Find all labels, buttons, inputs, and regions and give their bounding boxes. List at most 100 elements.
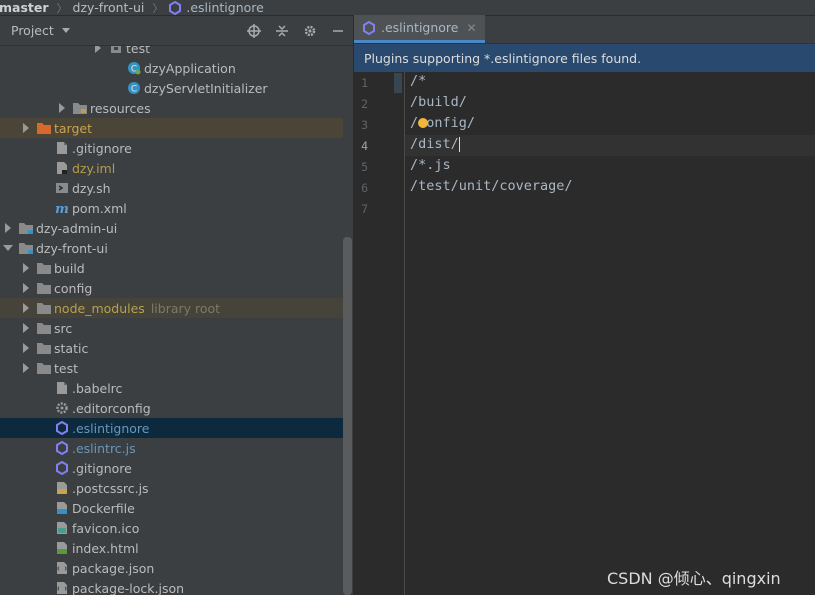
chevron-down-icon[interactable] bbox=[61, 28, 70, 33]
breadcrumb-item-branch[interactable]: master bbox=[0, 0, 49, 15]
project-panel-title[interactable]: Project bbox=[11, 23, 54, 38]
tree-item-label: .babelrc bbox=[72, 380, 123, 396]
chevron-right-icon[interactable] bbox=[20, 278, 32, 298]
breadcrumb-separator: 〉 bbox=[152, 1, 164, 15]
docker-icon bbox=[54, 500, 70, 516]
tree-item[interactable]: CdzyApplication bbox=[0, 58, 343, 78]
tree-item[interactable]: CdzyServletInitializer bbox=[0, 78, 343, 98]
line-number: 7 bbox=[361, 202, 368, 216]
eslint-icon bbox=[54, 440, 70, 456]
tree-item-label: test bbox=[54, 360, 79, 376]
tree-item[interactable]: test bbox=[0, 358, 343, 378]
chevron-right-icon[interactable] bbox=[20, 318, 32, 338]
chevron-right-icon[interactable] bbox=[20, 118, 32, 138]
tree-item[interactable]: node_modules library root bbox=[0, 298, 343, 318]
tree-item-label: resources bbox=[90, 100, 151, 116]
collapse-icon[interactable] bbox=[273, 22, 291, 40]
tree-item-label: dzyServletInitializer bbox=[144, 80, 268, 96]
tree-item[interactable]: build bbox=[0, 258, 343, 278]
svg-text:C: C bbox=[131, 85, 137, 95]
editor-tabs: .eslintignore ✕ bbox=[354, 15, 815, 44]
tree-item[interactable]: favicon.ico bbox=[0, 518, 343, 538]
tree-item[interactable]: index.html bbox=[0, 538, 343, 558]
tree-item[interactable]: .postcssrc.js bbox=[0, 478, 343, 498]
folder-icon bbox=[36, 280, 52, 296]
tree-item[interactable]: dzy-front-ui bbox=[0, 238, 343, 258]
editor-area: .eslintignore ✕ Plugins supporting *.esl… bbox=[354, 15, 815, 595]
tree-item[interactable]: resources bbox=[0, 98, 343, 118]
file-icon bbox=[54, 140, 70, 156]
tree-item-label: pom.xml bbox=[72, 200, 127, 216]
chevron-right-icon[interactable] bbox=[2, 218, 14, 238]
maven-icon: m bbox=[54, 200, 70, 216]
breadcrumb-item-file[interactable]: .eslintignore bbox=[168, 0, 264, 15]
locate-icon[interactable] bbox=[245, 22, 263, 40]
shell-icon bbox=[54, 180, 70, 196]
tree-item[interactable]: config bbox=[0, 278, 343, 298]
code-editor[interactable]: 1234567 /*/build//config//dist//*.js/tes… bbox=[354, 72, 815, 595]
tree-item[interactable]: .gitignore bbox=[0, 138, 343, 158]
gear-icon[interactable] bbox=[301, 22, 319, 40]
tree-item[interactable]: test bbox=[0, 46, 343, 58]
tab-eslintignore[interactable]: .eslintignore ✕ bbox=[354, 15, 485, 43]
tree-item-label: node_modules bbox=[54, 300, 145, 316]
tree-item[interactable]: m pom.xml bbox=[0, 198, 343, 218]
tree-item[interactable]: .babelrc bbox=[0, 378, 343, 398]
watermark: CSDN @倾心、qingxin bbox=[607, 569, 781, 588]
excluded-folder-icon bbox=[36, 120, 52, 136]
line-number: 3 bbox=[361, 118, 368, 132]
spring-class-icon: C bbox=[126, 60, 142, 76]
html-icon bbox=[54, 540, 70, 556]
breadcrumb-item-module[interactable]: dzy-front-ui bbox=[73, 0, 145, 15]
chevron-right-icon[interactable] bbox=[56, 98, 68, 118]
tree-item[interactable]: target bbox=[0, 118, 343, 138]
tree-item[interactable]: .eslintignore bbox=[0, 418, 343, 438]
tree-item[interactable]: package.json bbox=[0, 558, 343, 578]
code-line[interactable]: /build/ bbox=[410, 94, 467, 110]
chevron-right-icon[interactable] bbox=[92, 46, 104, 58]
minimize-icon[interactable] bbox=[329, 22, 347, 40]
folder-icon bbox=[36, 360, 52, 376]
chevron-right-icon[interactable] bbox=[20, 358, 32, 378]
tree-item-label: index.html bbox=[72, 540, 139, 556]
tree-item[interactable]: .eslintrc.js bbox=[0, 438, 343, 458]
tree-item[interactable]: src bbox=[0, 318, 343, 338]
chevron-right-icon[interactable] bbox=[20, 298, 32, 318]
folder-icon bbox=[36, 340, 52, 356]
tree-item-label: Dockerfile bbox=[72, 500, 135, 516]
tree-item[interactable]: dzy-admin-ui bbox=[0, 218, 343, 238]
chevron-down-icon[interactable] bbox=[2, 238, 14, 258]
tree-item-label: .editorconfig bbox=[72, 400, 151, 416]
lightbulb-icon[interactable] bbox=[418, 118, 428, 128]
code-line[interactable]: /test/unit/coverage/ bbox=[410, 178, 573, 194]
tree-item[interactable]: .editorconfig bbox=[0, 398, 343, 418]
project-tree[interactable]: test CdzyApplication CdzyServletInitialize… bbox=[0, 46, 353, 595]
tree-item[interactable]: static bbox=[0, 338, 343, 358]
close-icon[interactable]: ✕ bbox=[466, 21, 476, 35]
tree-item[interactable]: dzy.iml bbox=[0, 158, 343, 178]
line-number: 5 bbox=[361, 160, 368, 174]
code-line[interactable]: /*.js bbox=[410, 157, 451, 173]
tree-item-label: dzyApplication bbox=[144, 60, 236, 76]
chevron-right-icon[interactable] bbox=[20, 338, 32, 358]
tree-item[interactable]: Dockerfile bbox=[0, 498, 343, 518]
code-line[interactable]: /* bbox=[410, 73, 426, 89]
tree-item-label: .eslintrc.js bbox=[72, 440, 136, 456]
tree-item[interactable]: dzy.sh bbox=[0, 178, 343, 198]
tree-item[interactable]: package-lock.json bbox=[0, 578, 343, 595]
tree-item-label: src bbox=[54, 320, 73, 336]
tree-item[interactable]: .gitignore bbox=[0, 458, 343, 478]
resources-folder-icon bbox=[72, 100, 88, 116]
folder-icon bbox=[36, 320, 52, 336]
code-line[interactable]: /dist/ bbox=[410, 136, 460, 152]
tree-scrollbar[interactable] bbox=[343, 237, 352, 595]
chevron-right-icon[interactable] bbox=[20, 258, 32, 278]
line-number-gutter: 1 2 3 4 5 6 7 bbox=[354, 72, 405, 595]
